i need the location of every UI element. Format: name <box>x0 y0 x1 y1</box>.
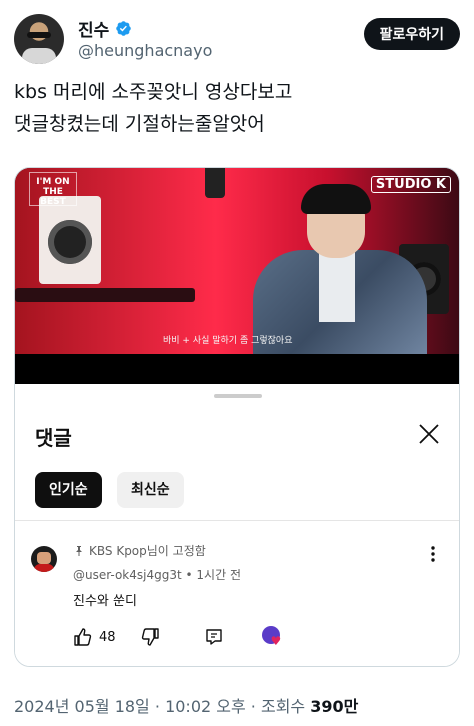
tweet-text-line: kbs 머리에 소주꽂앗니 영상다보고 <box>14 81 293 103</box>
views-count: 390만 <box>310 697 359 716</box>
speaker-left <box>39 196 101 284</box>
divider <box>15 520 459 521</box>
comment-body: 진수와 쑨디 <box>73 594 137 609</box>
desk-shelf <box>15 288 195 302</box>
tweet-text-line: 댓글창켰는데 기절하는줄알앗어 <box>14 113 265 135</box>
footer-separator: · <box>250 697 256 716</box>
channel-logo: STUDIO K <box>370 176 451 193</box>
sort-chip-popular[interactable]: 인기순 <box>35 472 102 508</box>
meta-separator: • <box>185 568 197 582</box>
comment-actions: 48 ♥ <box>73 626 284 648</box>
close-icon[interactable] <box>417 422 441 446</box>
comment-username[interactable]: @user-ok4sj4gg3t <box>73 568 182 582</box>
pinned-by-text: KBS Kpop님이 고정함 <box>89 544 206 558</box>
display-name-text: 진수 <box>78 21 110 41</box>
views-label: 조회수 <box>260 697 306 716</box>
tweet-text: kbs 머리에 소주꽂앗니 영상다보고 댓글창켰는데 기절하는줄알앗어 <box>14 76 460 140</box>
pinned-label: KBS Kpop님이 고정함 <box>73 542 206 559</box>
author-display-name[interactable]: 진수 <box>78 16 132 41</box>
dislike-icon[interactable] <box>140 627 160 647</box>
tweet-time[interactable]: 10:02 오후 <box>165 697 246 716</box>
follow-button[interactable]: 팔로우하기 <box>363 18 460 50</box>
comment-time: 1시간 전 <box>196 568 241 582</box>
comments-sheet: 댓글 인기순 최신순 KBS Kpop님이 고정함 @user-ok4sj4gg… <box>15 384 459 666</box>
sort-chip-newest[interactable]: 최신순 <box>117 472 184 508</box>
more-options-icon[interactable] <box>423 544 443 564</box>
reply-icon[interactable] <box>204 627 224 647</box>
drag-handle[interactable] <box>214 394 262 398</box>
verified-badge-icon <box>116 21 132 36</box>
tweet-header: 진수 @heunghacnayo 팔로우하기 <box>14 12 460 64</box>
like-count: 48 <box>99 629 116 645</box>
tweet-footer: 2024년 05월 18일 · 10:02 오후 · 조회수 390만 <box>14 693 358 717</box>
pin-icon <box>76 545 82 556</box>
tweet-date[interactable]: 2024년 05월 18일 <box>14 697 150 716</box>
creator-heart-icon[interactable]: ♥ <box>261 626 284 648</box>
author-handle[interactable]: @heunghacnayo <box>78 41 212 60</box>
video-subtitle: 바비 + 사실 말하기 좀 그렇잖아요 <box>163 336 293 346</box>
footer-separator: · <box>154 697 160 716</box>
video-frame[interactable]: I'M ON THE BEST STUDIO K 바비 + 사실 말하기 좀 그… <box>15 168 459 384</box>
show-logo: I'M ON THE BEST <box>29 172 77 207</box>
author-avatar[interactable] <box>14 14 64 64</box>
commenter-avatar[interactable] <box>31 546 57 572</box>
tweet-media[interactable]: I'M ON THE BEST STUDIO K 바비 + 사실 말하기 좀 그… <box>14 167 460 667</box>
video-bottom-bar <box>15 354 459 384</box>
comment-meta: @user-ok4sj4gg3t • 1시간 전 <box>73 566 241 583</box>
like-icon[interactable] <box>73 627 93 647</box>
studio-lamp <box>205 168 225 198</box>
comments-title: 댓글 <box>35 426 72 450</box>
